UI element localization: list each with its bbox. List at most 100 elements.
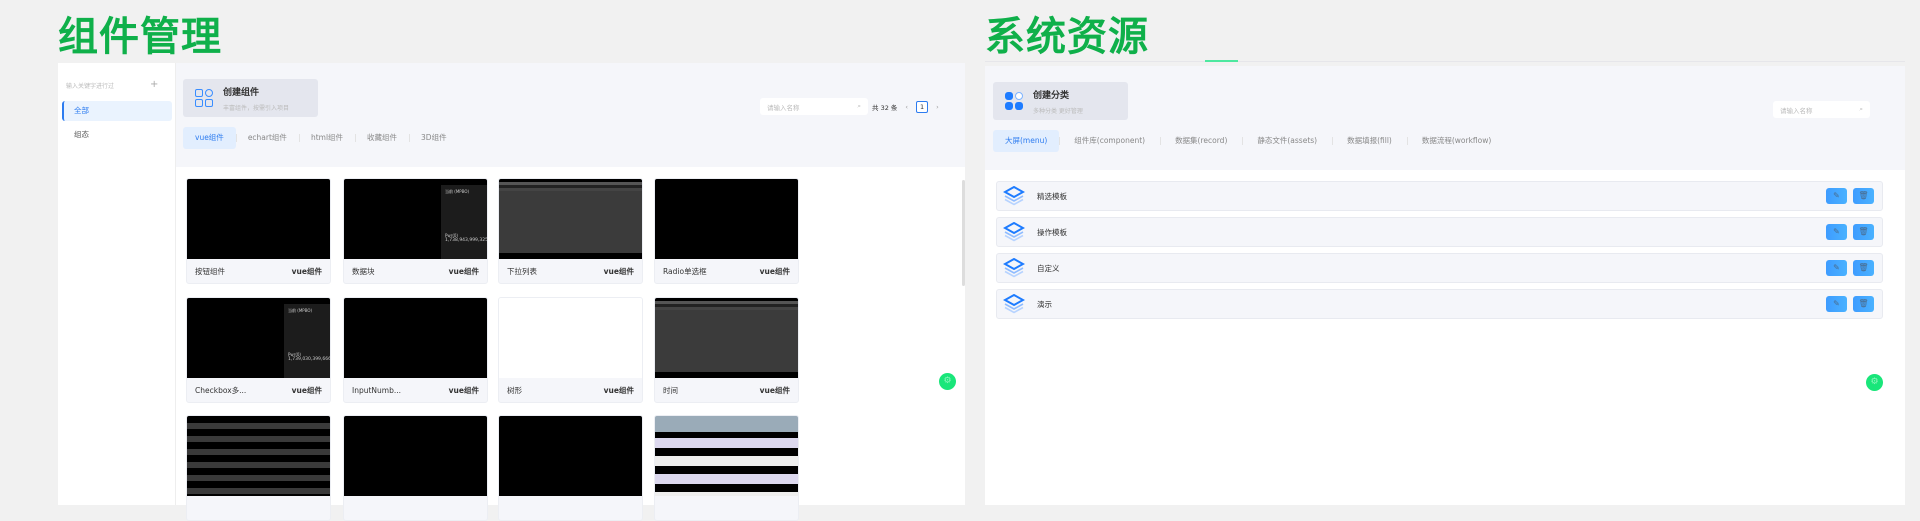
tab-menu[interactable]: 大屏(menu) (993, 130, 1060, 152)
info-value: 1,739,030,399,666 (288, 357, 330, 362)
card-preview: 当前 (MPBO) Pwr(0) 1,739,030,399,666 (187, 298, 330, 378)
search-icon: ⌕ (1859, 105, 1863, 113)
tab-html[interactable]: html组件 (298, 127, 355, 149)
component-card[interactable]: 树形 vue组件 (498, 297, 643, 403)
create-subtitle: 丰富组件，按需引入项目 (223, 104, 290, 112)
card-type: vue组件 (448, 267, 479, 276)
card-name: Checkbox多... (195, 386, 247, 395)
delete-button[interactable]: 🗑 (1853, 296, 1874, 312)
create-category-button[interactable]: 创建分类多种分类 更好管理 (993, 82, 1128, 120)
gear-icon: ⚙ (943, 376, 952, 386)
create-title: 创建组件 (223, 87, 260, 98)
tab-favorites[interactable]: 收藏组件 (355, 127, 409, 149)
category-row[interactable]: 精选模板 ✎ 🗑 (996, 181, 1883, 211)
card-preview (187, 416, 330, 496)
tab-fill[interactable]: 数据填报(fill) (1332, 130, 1407, 152)
card-name: 按钮组件 (195, 267, 225, 276)
category-name: 自定义 (1037, 263, 1060, 273)
category-sidebar: 输入关键字进行过 + 全部 组态 (58, 63, 176, 505)
create-subtitle: 多种分类 更好管理 (1033, 107, 1083, 115)
component-management-title: 组件管理 (58, 14, 222, 60)
add-category-button[interactable]: + (150, 79, 158, 90)
card-type: vue组件 (759, 267, 790, 276)
layers-icon (1003, 186, 1025, 206)
tab-component[interactable]: 组件库(component) (1059, 130, 1160, 152)
trash-icon: 🗑 (1858, 263, 1869, 272)
search-icon: ⌕ (857, 102, 861, 110)
component-card[interactable] (186, 415, 331, 521)
category-search-input[interactable]: 输入关键字进行过 (62, 79, 142, 95)
card-type: vue组件 (448, 386, 479, 395)
info-title: 当前 (MPBO) (445, 189, 470, 194)
prev-page-button[interactable]: ‹ (905, 103, 908, 111)
component-card[interactable]: InputNumb... vue组件 (343, 297, 488, 403)
edit-button[interactable]: ✎ (1826, 260, 1847, 276)
edit-button[interactable]: ✎ (1826, 296, 1847, 312)
card-type: vue组件 (291, 386, 322, 395)
layers-icon (1003, 222, 1025, 242)
component-search-input[interactable]: 请输入名称 ⌕ (760, 98, 868, 115)
card-preview (499, 179, 642, 259)
card-name: 下拉列表 (507, 267, 537, 276)
card-type: vue组件 (759, 386, 790, 395)
component-card[interactable]: Radio单选框 vue组件 (654, 178, 799, 284)
scrollbar[interactable] (962, 180, 965, 286)
tab-vue[interactable]: vue组件 (183, 127, 236, 149)
search-placeholder: 请输入名称 (767, 103, 800, 112)
card-preview (655, 416, 798, 496)
component-card[interactable]: 当前 (MPBO) Pwr(0) 1,738,943,999,325 数据块 vue组件 (343, 178, 488, 284)
category-row[interactable]: 操作模板 ✎ 🗑 (996, 217, 1883, 247)
component-card[interactable]: 下拉列表 vue组件 (498, 178, 643, 284)
sidebar-item-scada[interactable]: 组态 (74, 125, 89, 145)
tab-echart[interactable]: echart组件 (235, 127, 299, 149)
category-row[interactable]: 自定义 ✎ 🗑 (996, 253, 1883, 283)
card-type: vue组件 (603, 267, 634, 276)
layers-icon (1003, 258, 1025, 278)
category-row[interactable]: 演示 ✎ 🗑 (996, 289, 1883, 319)
layers-icon (1003, 294, 1025, 314)
delete-button[interactable]: 🗑 (1853, 224, 1874, 240)
delete-button[interactable]: 🗑 (1853, 188, 1874, 204)
delete-button[interactable]: 🗑 (1853, 260, 1874, 276)
component-card[interactable] (343, 415, 488, 521)
edit-button[interactable]: ✎ (1826, 224, 1847, 240)
sidebar-item-all[interactable]: 全部 (62, 101, 172, 121)
tab-record[interactable]: 数据集(record) (1160, 130, 1242, 152)
card-name: Radio单选框 (663, 267, 707, 276)
edit-button[interactable]: ✎ (1826, 188, 1847, 204)
card-preview (499, 298, 642, 378)
trash-icon: 🗑 (1858, 299, 1869, 308)
component-card[interactable] (654, 415, 799, 521)
component-card[interactable]: 按钮组件 vue组件 (186, 178, 331, 284)
tab-3d[interactable]: 3D组件 (409, 127, 459, 149)
create-component-button[interactable]: 创建组件丰富组件，按需引入项目 (183, 79, 318, 117)
create-title: 创建分类 (1033, 90, 1070, 101)
card-preview (655, 179, 798, 259)
card-type: vue组件 (291, 267, 322, 276)
edit-icon: ✎ (1833, 227, 1840, 236)
resource-search-input[interactable]: 请输入名称 ⌕ (1773, 101, 1870, 118)
active-indicator (1205, 60, 1238, 62)
trash-icon: 🗑 (1858, 227, 1869, 236)
card-preview (655, 298, 798, 378)
page-1-button[interactable]: 1 (916, 101, 929, 113)
settings-fab[interactable]: ⚙ (1866, 374, 1883, 391)
total-count: 共 32 条 (872, 104, 898, 112)
info-value: 1,738,943,999,325 (445, 238, 487, 243)
component-card[interactable] (498, 415, 643, 521)
card-preview (187, 179, 330, 259)
settings-fab[interactable]: ⚙ (939, 373, 956, 390)
component-card[interactable]: 时间 vue组件 (654, 297, 799, 403)
tab-workflow[interactable]: 数据流程(workflow) (1406, 130, 1506, 152)
system-resources-title: 系统资源 (985, 14, 1149, 60)
card-preview (499, 416, 642, 496)
preview-info: 当前 (MPBO) Pwr(0) 1,739,030,399,666 (284, 304, 330, 378)
card-name: InputNumb... (352, 386, 402, 395)
component-card[interactable]: 当前 (MPBO) Pwr(0) 1,739,030,399,666 Checkbox… (186, 297, 331, 403)
tab-assets[interactable]: 静态文件(assets) (1242, 130, 1332, 152)
component-tabs: vue组件 echart组件 html组件 收藏组件 3D组件 (183, 127, 459, 149)
card-name: 时间 (663, 386, 678, 395)
category-icon (1005, 92, 1023, 110)
card-preview (344, 416, 487, 496)
next-page-button[interactable]: › (936, 103, 939, 111)
